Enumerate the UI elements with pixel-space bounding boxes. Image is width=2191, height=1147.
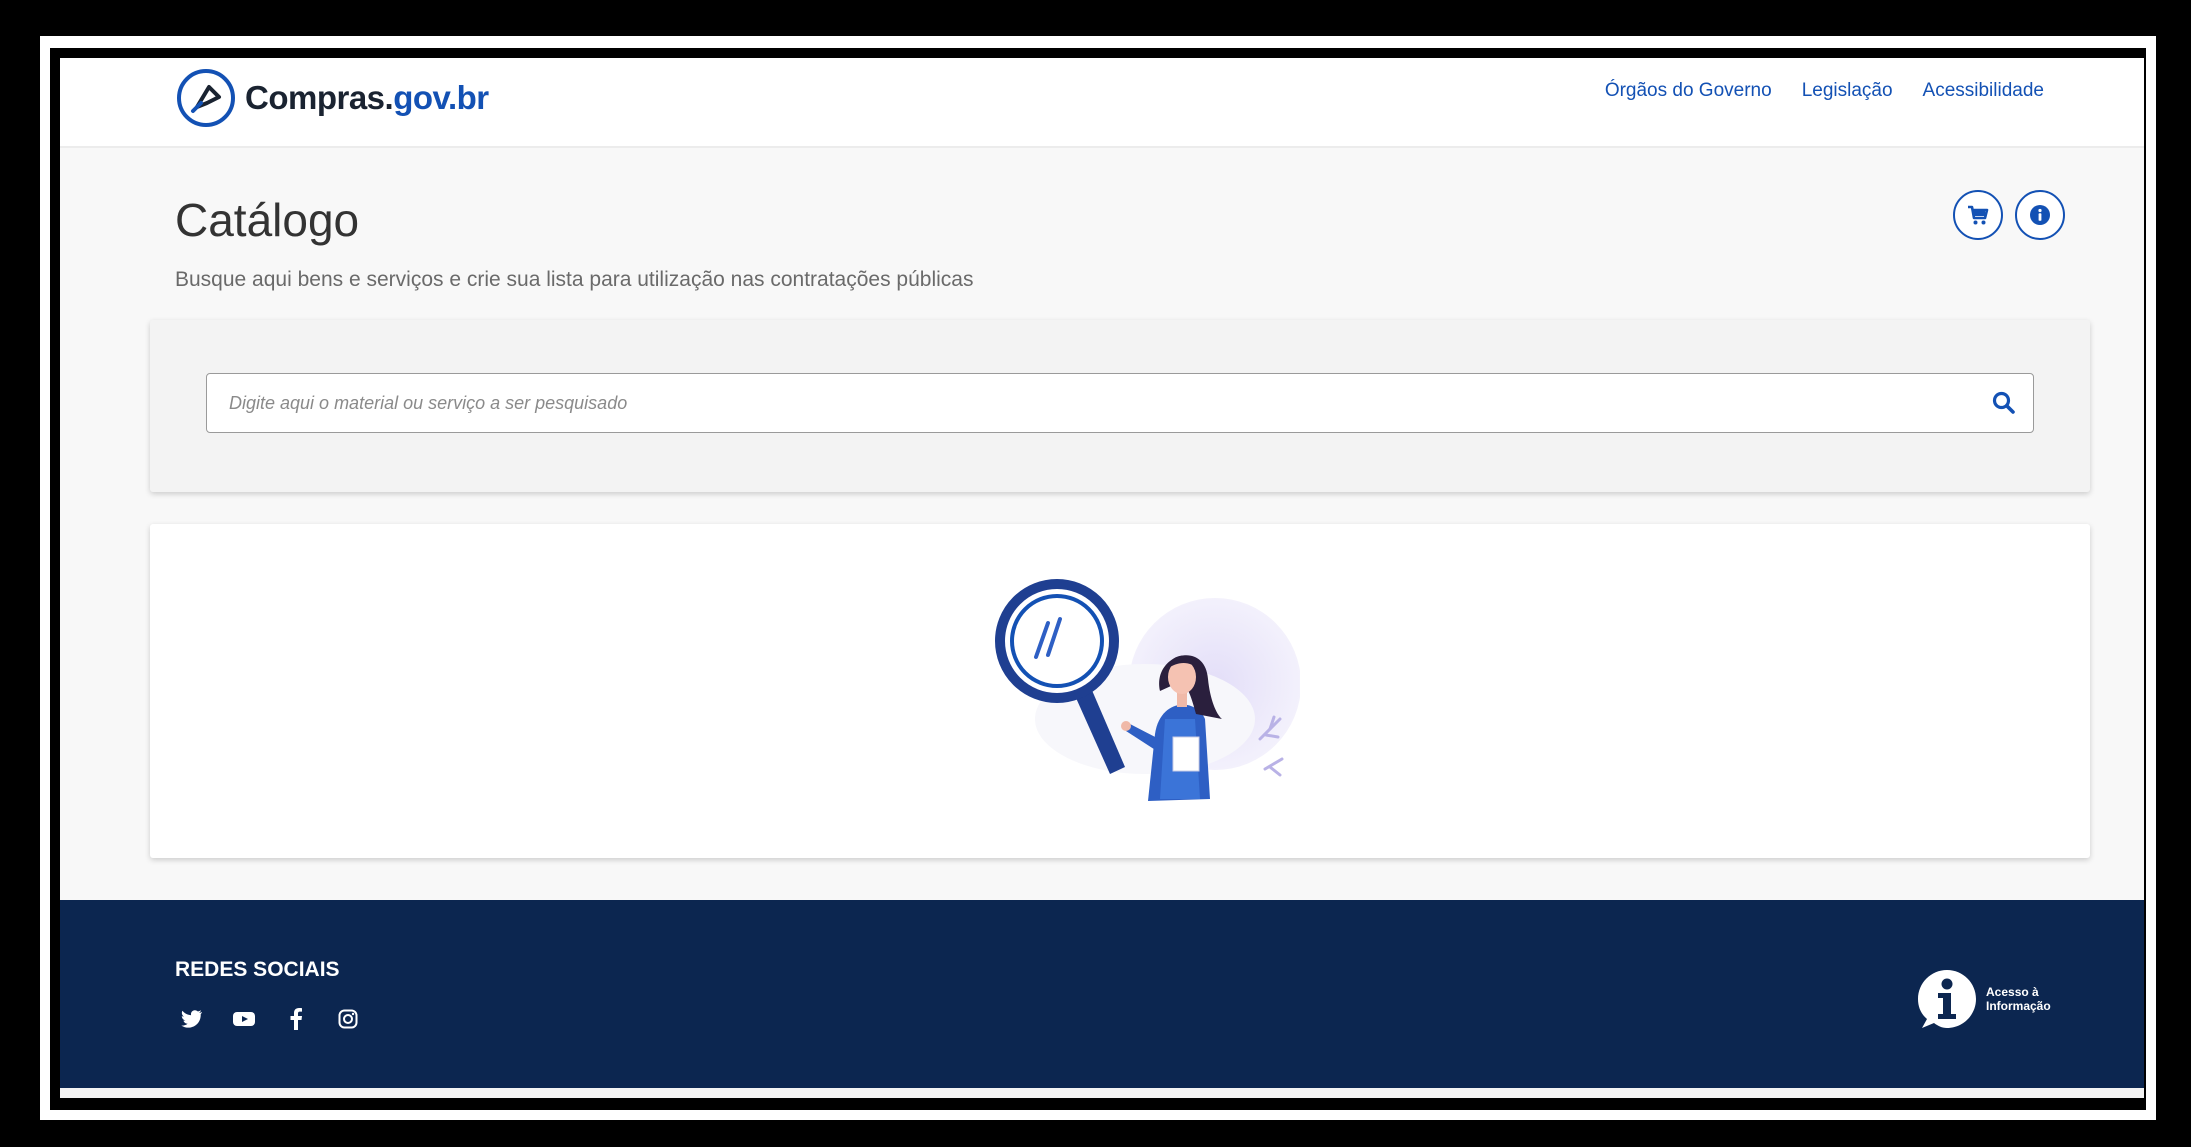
site-header: Compras.gov.br Órgãos do Governo Legisla… xyxy=(60,58,2144,148)
logo-main: Compras. xyxy=(245,79,394,116)
site-footer: REDES SOCIAIS Acesso à Informação xyxy=(60,900,2144,1088)
top-nav: Órgãos do Governo Legislação Acessibilid… xyxy=(1605,80,2044,102)
info-icon xyxy=(2030,205,2050,225)
social-links xyxy=(175,1004,365,1034)
bottom-strip xyxy=(60,1088,2144,1098)
acesso-line2: Informação xyxy=(1986,999,2051,1013)
acesso-informacao-icon xyxy=(1918,970,1976,1028)
page: Compras.gov.br Órgãos do Governo Legisla… xyxy=(60,58,2144,1098)
facebook-icon[interactable] xyxy=(279,1004,313,1034)
social-title: REDES SOCIAIS xyxy=(175,958,340,981)
cart-button[interactable] xyxy=(1953,190,2003,240)
compras-logo[interactable]: Compras.gov.br xyxy=(175,66,489,130)
cart-icon xyxy=(1968,205,1989,225)
search-input[interactable] xyxy=(227,374,1951,433)
nav-legislacao[interactable]: Legislação xyxy=(1802,80,1893,102)
nav-acessibilidade[interactable]: Acessibilidade xyxy=(1923,80,2044,102)
page-title: Catálogo xyxy=(175,194,360,246)
acesso-line1: Acesso à xyxy=(1986,985,2039,999)
youtube-icon[interactable] xyxy=(227,1004,261,1034)
search-panel xyxy=(150,320,2090,492)
info-button[interactable] xyxy=(2015,190,2065,240)
nav-orgaos-do-governo[interactable]: Órgãos do Governo xyxy=(1605,80,1772,102)
search-illustration xyxy=(995,579,1300,801)
results-card xyxy=(150,524,2090,858)
instagram-icon[interactable] xyxy=(331,1004,365,1034)
logo-text: Compras.gov.br xyxy=(245,79,489,117)
search-box xyxy=(206,373,2034,433)
twitter-icon[interactable] xyxy=(175,1004,209,1034)
logo-accent: gov.br xyxy=(393,79,489,116)
acesso-informacao-logo[interactable]: Acesso à Informação xyxy=(1916,968,2066,1030)
search-icon[interactable] xyxy=(1991,390,2017,416)
page-subtitle: Busque aqui bens e serviços e crie sua l… xyxy=(175,268,974,291)
compras-logo-icon xyxy=(177,69,235,127)
acesso-informacao-text: Acesso à Informação xyxy=(1986,985,2066,1013)
